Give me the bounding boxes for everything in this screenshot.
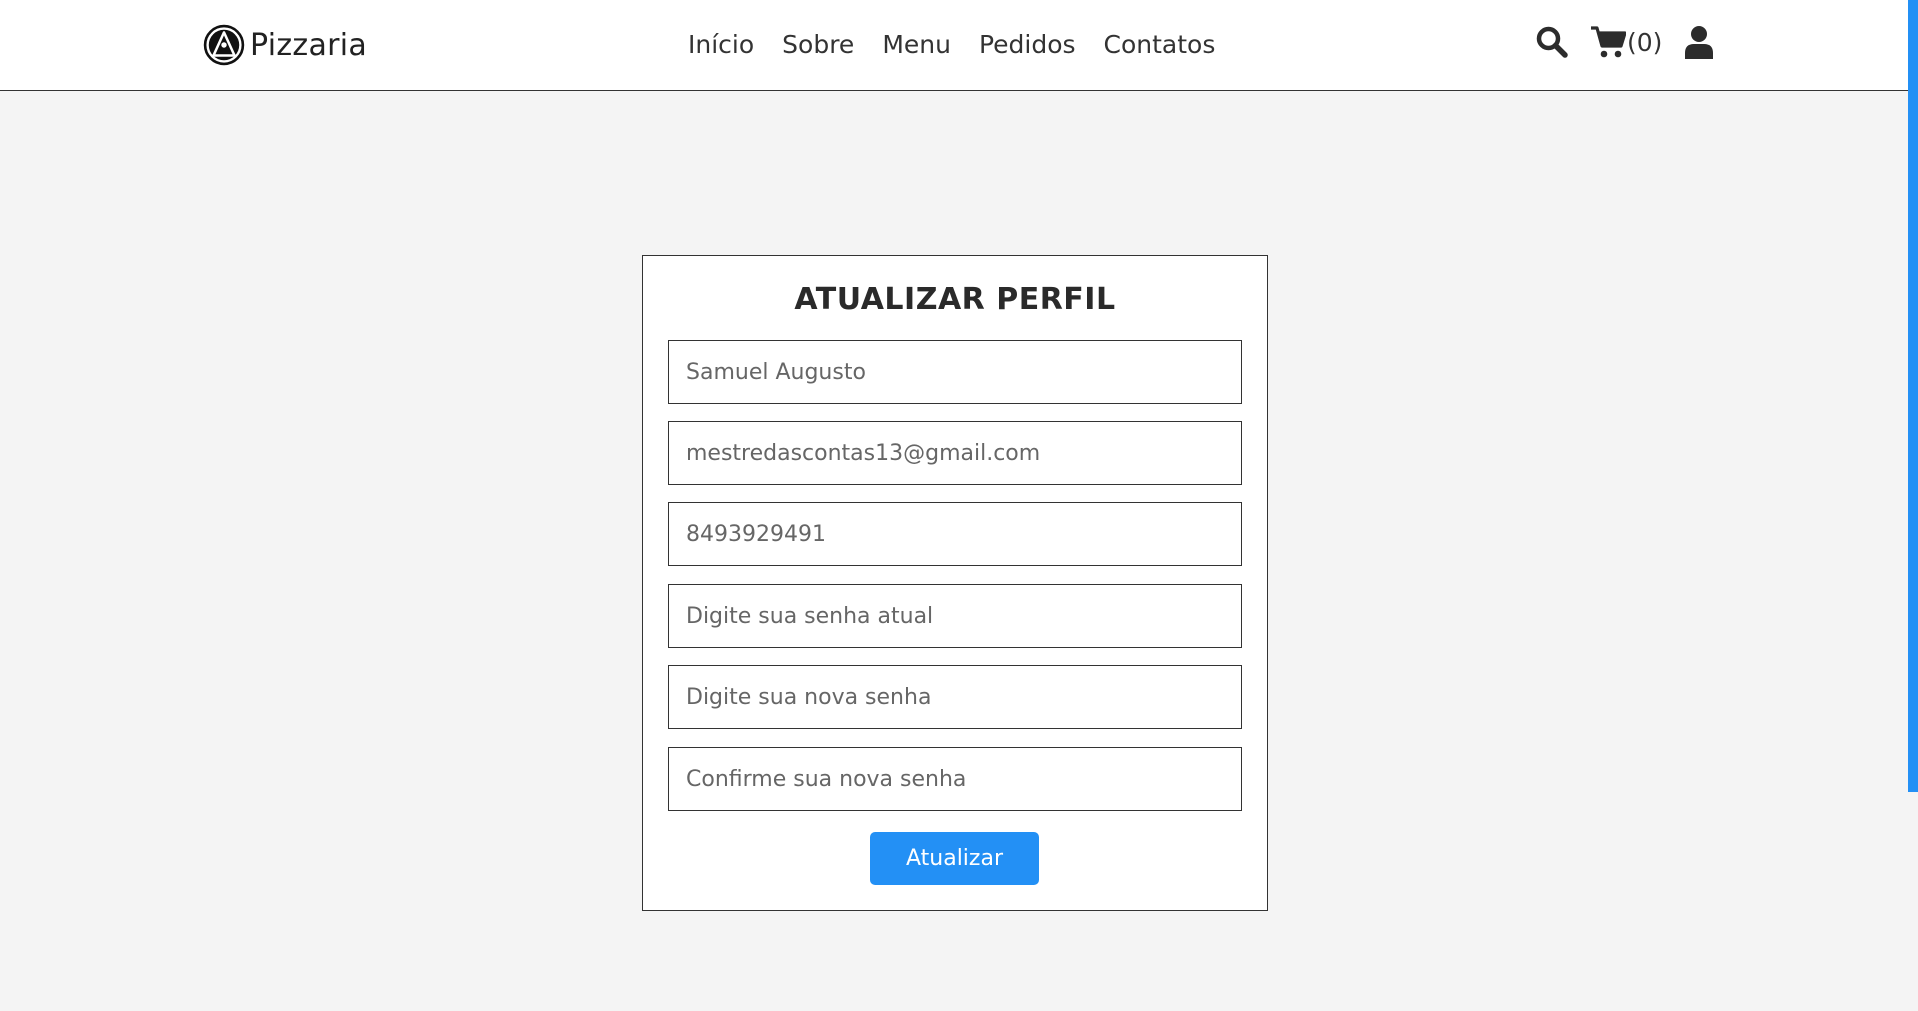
form-title: ATUALIZAR PERFIL (794, 282, 1116, 317)
confirm-password-field[interactable] (668, 747, 1242, 811)
site-header: Pizzaria Início Sobre Menu Pedidos Conta… (0, 0, 1918, 91)
cart-button[interactable]: (0) (1590, 25, 1662, 59)
current-password-field[interactable] (668, 584, 1242, 648)
cart-icon (1591, 26, 1626, 58)
search-icon (1536, 26, 1568, 58)
nav-link-pedidos[interactable]: Pedidos (979, 30, 1076, 59)
phone-field[interactable] (668, 502, 1242, 566)
user-icon (1685, 26, 1714, 59)
update-profile-form: ATUALIZAR PERFIL Atualizar (642, 255, 1268, 911)
user-button[interactable] (1684, 25, 1714, 59)
update-button[interactable]: Atualizar (870, 832, 1039, 885)
brand-name: Pizzaria (250, 27, 368, 63)
scrollbar-accent (1908, 0, 1918, 792)
search-button[interactable] (1535, 25, 1569, 59)
header-actions: (0) (1535, 25, 1714, 59)
nav-link-sobre[interactable]: Sobre (782, 30, 854, 59)
email-field[interactable] (668, 421, 1242, 485)
pizza-logo-icon (203, 24, 245, 66)
nav-link-inicio[interactable]: Início (688, 30, 754, 59)
nav-link-menu[interactable]: Menu (882, 30, 951, 59)
brand-logo-link[interactable]: Pizzaria (203, 24, 367, 66)
name-field[interactable] (668, 340, 1242, 404)
new-password-field[interactable] (668, 665, 1242, 729)
nav-link-contatos[interactable]: Contatos (1104, 30, 1216, 59)
main-nav: Início Sobre Menu Pedidos Contatos (688, 30, 1215, 59)
cart-count: (0) (1627, 27, 1663, 57)
